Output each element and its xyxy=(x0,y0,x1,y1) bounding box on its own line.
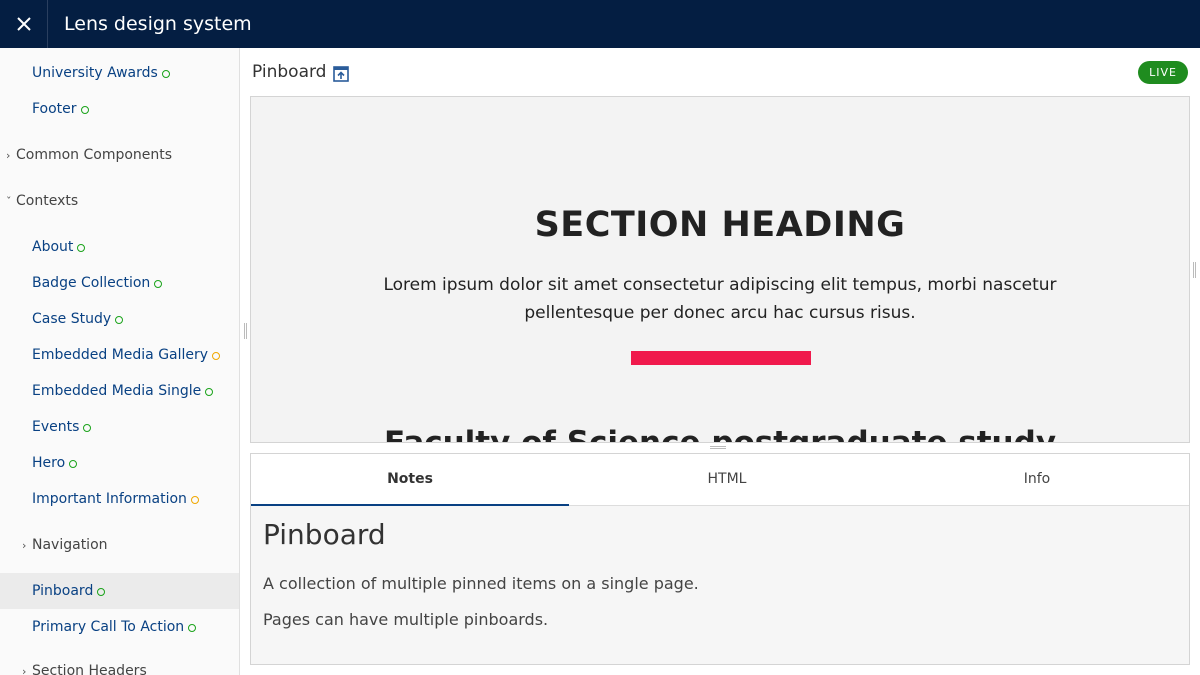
notes-paragraph: A collection of multiple pinned items on… xyxy=(263,574,699,593)
sidebar-item-important-information[interactable]: Important Information xyxy=(0,481,239,517)
section-heading: SECTION HEADING xyxy=(534,205,906,245)
sidebar-item-primary-call-to-action[interactable]: Primary Call To Action xyxy=(0,609,239,645)
sidebar-item-label: University Awards xyxy=(32,65,158,81)
faculty-link[interactable]: Faculty of Science postgraduate study xyxy=(251,425,1189,442)
preview-resize-handle[interactable] xyxy=(1193,262,1196,278)
sidebar-item-case-study[interactable]: Case Study xyxy=(0,301,239,337)
sidebar[interactable]: University Awards Footer › Common Compon… xyxy=(0,48,240,675)
sidebar-item-events[interactable]: Events xyxy=(0,409,239,445)
chevron-right-icon: › xyxy=(22,538,27,552)
notes-heading: Pinboard xyxy=(263,518,386,551)
tab-html[interactable]: HTML xyxy=(569,454,885,506)
chevron-down-icon: ˇ xyxy=(6,194,12,208)
sidebar-group-common-components[interactable]: › Common Components xyxy=(0,137,239,173)
sidebar-item-label: Section Headers xyxy=(32,663,147,675)
top-bar: Lens design system xyxy=(0,0,1200,48)
sidebar-item-label: Navigation xyxy=(32,537,108,553)
sidebar-item-label: Events xyxy=(32,419,80,435)
component-title: Pinboard xyxy=(252,62,327,82)
sidebar-item-label: Pinboard xyxy=(32,583,94,599)
app-title: Lens design system xyxy=(64,13,252,35)
sidebar-item-university-awards[interactable]: University Awards xyxy=(0,55,239,91)
sidebar-item-badge-collection[interactable]: Badge Collection xyxy=(0,265,239,301)
sidebar-item-label: Primary Call To Action xyxy=(32,619,185,635)
sidebar-item-label: Important Information xyxy=(32,491,187,507)
sidebar-item-about[interactable]: About xyxy=(0,229,239,265)
status-badge: LIVE xyxy=(1138,61,1188,84)
sidebar-item-footer[interactable]: Footer xyxy=(0,91,239,127)
sidebar-item-label: Badge Collection xyxy=(32,275,151,291)
accent-bar xyxy=(631,351,811,365)
sidebar-item-pinboard[interactable]: Pinboard xyxy=(0,573,239,609)
section-body-text: Lorem ipsum dolor sit amet consectetur a… xyxy=(383,275,1057,323)
main-area: Pinboard LIVE SECTION HEADING Lorem ipsu… xyxy=(240,48,1200,675)
open-in-new-window-icon[interactable] xyxy=(333,66,349,82)
status-wip-icon xyxy=(190,495,199,504)
chevron-right-icon: › xyxy=(6,148,11,162)
sidebar-item-label: Hero xyxy=(32,455,66,471)
status-ready-icon xyxy=(69,459,78,468)
panel-tabs: Notes HTML Info xyxy=(251,454,1189,506)
close-button[interactable] xyxy=(0,0,48,48)
tab-info[interactable]: Info xyxy=(885,454,1189,506)
status-ready-icon xyxy=(115,315,124,324)
sidebar-item-label: Embedded Media Gallery xyxy=(32,347,209,363)
info-panel: Notes HTML Info Pinboard A collection of… xyxy=(250,453,1190,665)
sidebar-item-label: Case Study xyxy=(32,311,112,327)
sidebar-item-label: Footer xyxy=(32,101,77,117)
sidebar-item-embedded-media-gallery[interactable]: Embedded Media Gallery xyxy=(0,337,239,373)
sidebar-item-label: Embedded Media Single xyxy=(32,383,202,399)
sidebar-group-navigation[interactable]: › Navigation xyxy=(0,527,239,563)
component-preview: SECTION HEADING Lorem ipsum dolor sit am… xyxy=(250,96,1190,443)
sidebar-item-embedded-media-single[interactable]: Embedded Media Single xyxy=(0,373,239,409)
tab-notes[interactable]: Notes xyxy=(251,454,569,506)
sidebar-group-contexts[interactable]: ˇ Contexts xyxy=(0,183,239,219)
notes-paragraph: Pages can have multiple pinboards. xyxy=(263,610,549,629)
status-ready-icon xyxy=(83,423,92,432)
sidebar-group-section-headers[interactable]: › Section Headers xyxy=(0,653,239,675)
status-wip-icon xyxy=(212,351,221,360)
status-ready-icon xyxy=(205,387,214,396)
chevron-right-icon: › xyxy=(22,664,27,675)
status-ready-icon xyxy=(161,69,170,78)
status-ready-icon xyxy=(188,623,197,632)
sidebar-item-label: Contexts xyxy=(16,193,79,209)
status-ready-icon xyxy=(77,243,86,252)
status-ready-icon xyxy=(154,279,163,288)
close-icon xyxy=(16,17,31,31)
sidebar-item-label: About xyxy=(32,239,74,255)
status-ready-icon xyxy=(80,105,89,114)
sidebar-item-hero[interactable]: Hero xyxy=(0,445,239,481)
panel-resize-handle[interactable] xyxy=(710,446,726,449)
status-ready-icon xyxy=(97,587,106,596)
sidebar-item-label: Common Components xyxy=(16,147,173,163)
